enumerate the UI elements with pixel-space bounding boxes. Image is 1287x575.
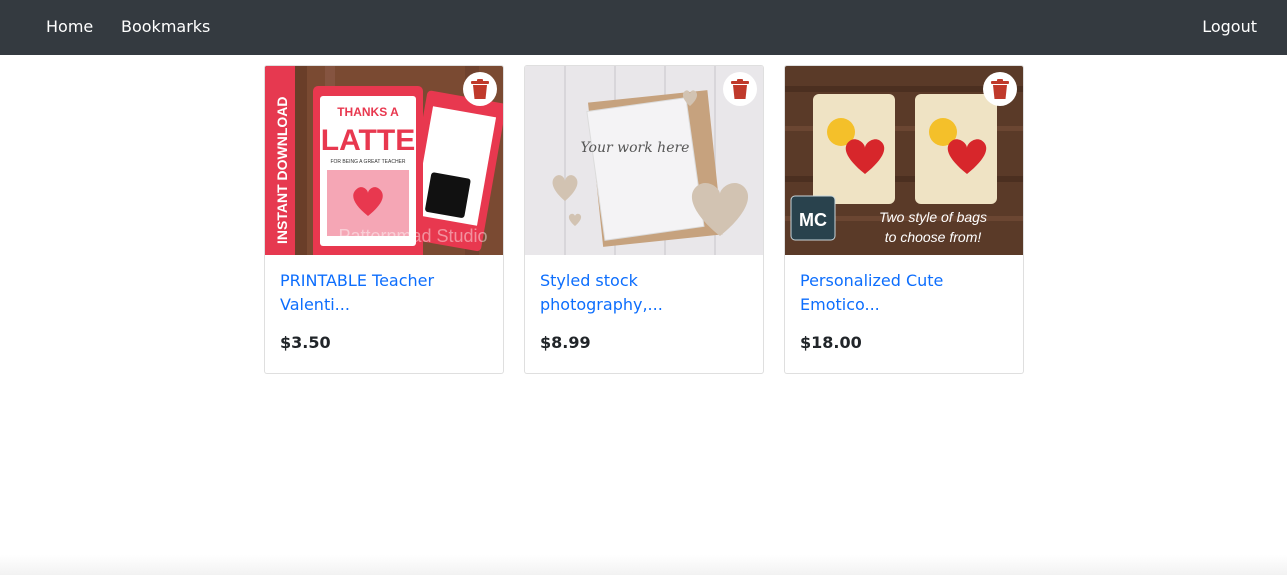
mc-logo-text: MC bbox=[799, 210, 827, 230]
latte-line1: THANKS A bbox=[337, 105, 399, 119]
caption-line2: to choose from! bbox=[885, 229, 982, 245]
product-price: $8.99 bbox=[540, 333, 591, 352]
card-script-text: Your work here bbox=[581, 140, 690, 156]
instant-download-text: INSTANT DOWNLOAD bbox=[274, 97, 290, 245]
bookmark-card: Your work here Styled stock photography,… bbox=[524, 65, 764, 374]
product-title-link[interactable]: PRINTABLE Teacher Valenti... bbox=[280, 269, 488, 317]
nav-home-link[interactable]: Home bbox=[46, 17, 93, 37]
delete-bookmark-button[interactable] bbox=[723, 72, 757, 106]
watermark-text: Patternmad Studio bbox=[338, 226, 487, 246]
product-price: $18.00 bbox=[800, 333, 862, 352]
trash-icon bbox=[991, 79, 1009, 99]
bookmark-card: INSTANT DOWNLOAD THANKS A LATTE FOR BEIN… bbox=[264, 65, 504, 374]
product-title-link[interactable]: Styled stock photography,... bbox=[540, 269, 748, 317]
navbar: Home Bookmarks Logout bbox=[0, 0, 1287, 55]
latte-line2: LATTE bbox=[321, 124, 415, 157]
nav-bookmarks-link[interactable]: Bookmarks bbox=[121, 17, 210, 37]
product-image[interactable]: Your work here bbox=[525, 66, 763, 255]
caption-line1: Two style of bags bbox=[879, 209, 987, 225]
product-title-link[interactable]: Personalized Cute Emotico... bbox=[800, 269, 1008, 317]
product-image[interactable]: MC Two style of bags to choose from! bbox=[785, 66, 1023, 255]
trash-icon bbox=[731, 79, 749, 99]
delete-bookmark-button[interactable] bbox=[983, 72, 1017, 106]
trash-icon bbox=[471, 79, 489, 99]
product-image[interactable]: INSTANT DOWNLOAD THANKS A LATTE FOR BEIN… bbox=[265, 66, 503, 255]
product-price: $3.50 bbox=[280, 333, 331, 352]
bookmark-card: MC Two style of bags to choose from! Per… bbox=[784, 65, 1024, 374]
nav-logout-link[interactable]: Logout bbox=[1202, 17, 1257, 37]
delete-bookmark-button[interactable] bbox=[463, 72, 497, 106]
latte-line3: FOR BEING A GREAT TEACHER bbox=[330, 159, 405, 165]
bottom-shadow bbox=[0, 555, 1287, 575]
